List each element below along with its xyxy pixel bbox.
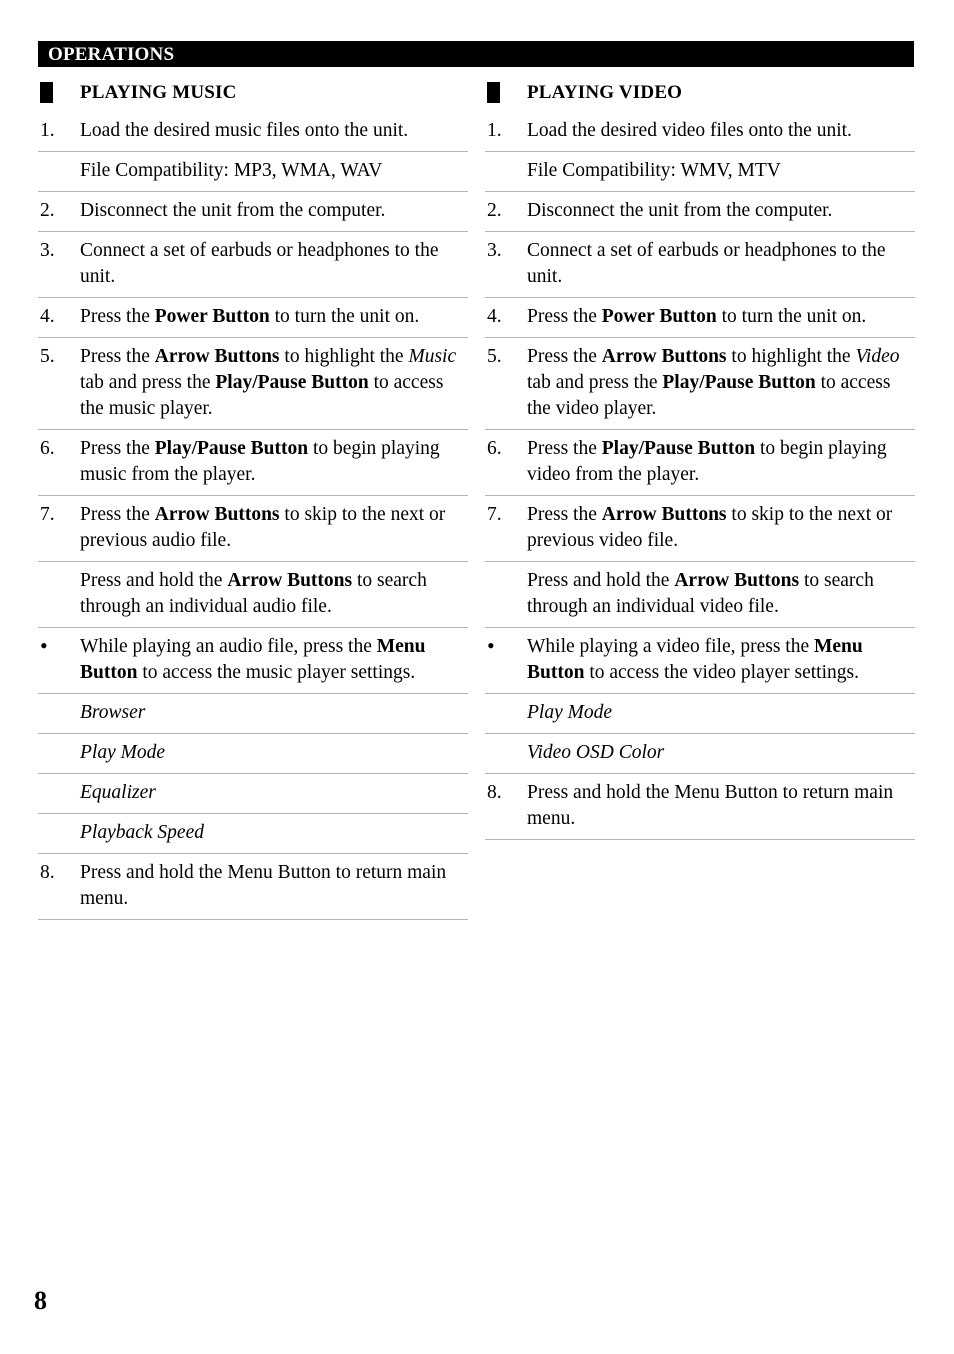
instruction-text: Press and hold the Arrow Buttons to sear… <box>80 570 427 617</box>
square-bullet-icon <box>40 82 53 103</box>
instruction-row: 3. Connect a set of earbuds or headphones… <box>485 232 915 298</box>
instruction-row: Press and hold the Arrow Buttons to sear… <box>38 562 468 628</box>
instruction-text: Equalizer <box>80 782 156 803</box>
list-number-marker: 1. <box>487 120 502 141</box>
section-title-video: PLAYING VIDEO <box>527 82 683 103</box>
two-column-layout: PLAYING MUSIC 1. Load the desired music f… <box>38 80 915 920</box>
instruction-row: 6. Press the Play/Pause Button to begin p… <box>38 430 468 496</box>
instruction-row: Press and hold the Arrow Buttons to sear… <box>485 562 915 628</box>
list-number-marker: 5. <box>487 346 502 367</box>
instruction-list-music: 1. Load the desired music files onto the … <box>38 112 468 920</box>
instruction-text: While playing an audio file, press the M… <box>80 636 426 683</box>
list-bullet-marker: • <box>487 633 495 658</box>
instruction-text: Disconnect the unit from the computer. <box>80 200 386 221</box>
list-number-marker: 4. <box>487 306 502 327</box>
instruction-text: Press and hold the Menu Button to return… <box>527 782 894 829</box>
section-title-music: PLAYING MUSIC <box>80 82 237 103</box>
list-number-marker: 2. <box>487 200 502 221</box>
page-number: 8 <box>34 1286 47 1315</box>
section-heading-video: PLAYING VIDEO <box>485 80 915 110</box>
instruction-row: 2. Disconnect the unit from the computer. <box>485 192 915 232</box>
instruction-row: Browser <box>38 694 468 734</box>
instruction-row: Play Mode <box>38 734 468 774</box>
list-number-marker: 1. <box>40 120 55 141</box>
column-playing-music: PLAYING MUSIC 1. Load the desired music f… <box>38 80 468 920</box>
instruction-row: 3. Connect a set of earbuds or headphones… <box>38 232 468 298</box>
instruction-text: Press the Power Button to turn the unit … <box>527 306 867 327</box>
list-number-marker: 7. <box>487 504 502 525</box>
instruction-row: • While playing a video file, press the M… <box>485 628 915 694</box>
instruction-row: 8. Press and hold the Menu Button to retu… <box>485 774 915 840</box>
list-number-marker: 3. <box>40 240 55 261</box>
list-number-marker: 6. <box>487 438 502 459</box>
square-bullet-icon <box>487 82 500 103</box>
instruction-row: 1. Load the desired video files onto the … <box>485 112 915 152</box>
list-bullet-marker: • <box>40 633 48 658</box>
list-number-marker: 2. <box>40 200 55 221</box>
instruction-row: 7. Press the Arrow Buttons to skip to the… <box>485 496 915 562</box>
instruction-text: Press the Arrow Buttons to highlight the… <box>527 346 900 419</box>
instruction-list-video: 1. Load the desired video files onto the … <box>485 112 915 840</box>
instruction-row: 6. Press the Play/Pause Button to begin p… <box>485 430 915 496</box>
instruction-text: Press and hold the Arrow Buttons to sear… <box>527 570 874 617</box>
instruction-text: Disconnect the unit from the computer. <box>527 200 833 221</box>
instruction-text: File Compatibility: WMV, MTV <box>527 160 781 181</box>
instruction-row: File Compatibility: WMV, MTV <box>485 152 915 192</box>
list-number-marker: 7. <box>40 504 55 525</box>
instruction-row: Play Mode <box>485 694 915 734</box>
list-number-marker: 8. <box>487 782 502 803</box>
instruction-text: Connect a set of earbuds or headphones t… <box>527 240 886 287</box>
instruction-row: Equalizer <box>38 774 468 814</box>
instruction-text: Press the Play/Pause Button to begin pla… <box>527 438 887 485</box>
instruction-row: Video OSD Color <box>485 734 915 774</box>
instruction-text: Press the Arrow Buttons to highlight the… <box>80 346 457 419</box>
instruction-text: Playback Speed <box>80 822 204 843</box>
instruction-text: Browser <box>80 702 146 723</box>
instruction-row: 7. Press the Arrow Buttons to skip to the… <box>38 496 468 562</box>
instruction-row: Playback Speed <box>38 814 468 854</box>
instruction-row: 2. Disconnect the unit from the computer. <box>38 192 468 232</box>
list-number-marker: 6. <box>40 438 55 459</box>
instruction-text: While playing a video file, press the Me… <box>527 636 863 683</box>
instruction-text: Load the desired music files onto the un… <box>80 120 409 141</box>
list-number-marker: 3. <box>487 240 502 261</box>
instruction-text: File Compatibility: MP3, WMA, WAV <box>80 160 383 181</box>
manual-page: OPERATIONS PLAYING MUSIC 1. Load the desi… <box>0 0 954 1354</box>
instruction-text: Press the Power Button to turn the unit … <box>80 306 420 327</box>
page-header-bar: OPERATIONS <box>38 41 914 67</box>
instruction-text: Play Mode <box>527 702 613 723</box>
instruction-text: Connect a set of earbuds or headphones t… <box>80 240 439 287</box>
instruction-row: 1. Load the desired music files onto the … <box>38 112 468 152</box>
column-playing-video: PLAYING VIDEO 1. Load the desired video f… <box>485 80 915 920</box>
instruction-text: Press the Play/Pause Button to begin pla… <box>80 438 440 485</box>
instruction-text: Press and hold the Menu Button to return… <box>80 862 447 909</box>
instruction-row: File Compatibility: MP3, WMA, WAV <box>38 152 468 192</box>
instruction-row: 5. Press the Arrow Buttons to highlight t… <box>38 338 468 430</box>
instruction-text: Video OSD Color <box>527 742 665 763</box>
list-number-marker: 5. <box>40 346 55 367</box>
instruction-text: Play Mode <box>80 742 166 763</box>
list-number-marker: 8. <box>40 862 55 883</box>
instruction-row: 4. Press the Power Button to turn the uni… <box>485 298 915 338</box>
instruction-row: • While playing an audio file, press the … <box>38 628 468 694</box>
section-heading-music: PLAYING MUSIC <box>38 80 468 110</box>
instruction-text: Press the Arrow Buttons to skip to the n… <box>80 504 446 551</box>
instruction-row: 4. Press the Power Button to turn the uni… <box>38 298 468 338</box>
page-header-title: OPERATIONS <box>48 43 175 65</box>
instruction-row: 8. Press and hold the Menu Button to retu… <box>38 854 468 920</box>
list-number-marker: 4. <box>40 306 55 327</box>
instruction-text: Load the desired video files onto the un… <box>527 120 852 141</box>
instruction-row: 5. Press the Arrow Buttons to highlight t… <box>485 338 915 430</box>
instruction-text: Press the Arrow Buttons to skip to the n… <box>527 504 893 551</box>
